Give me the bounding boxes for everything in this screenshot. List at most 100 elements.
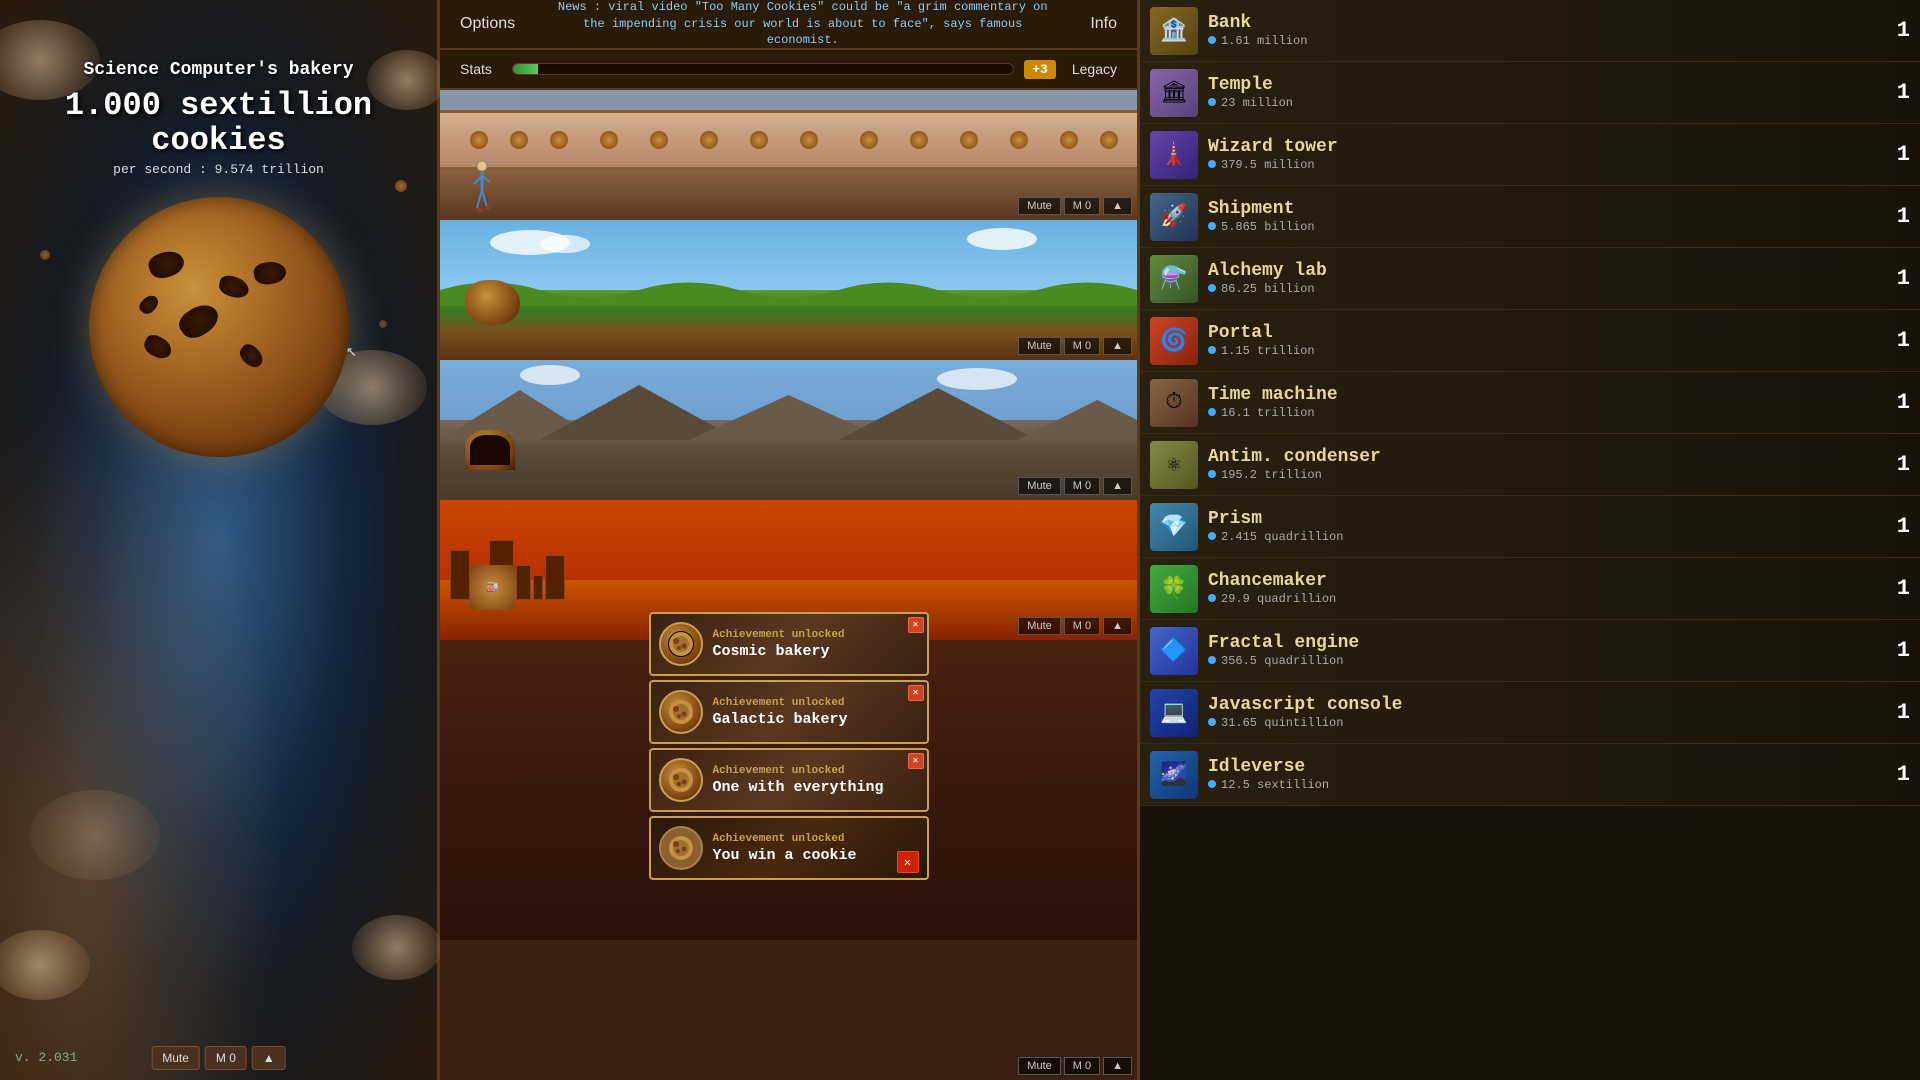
legacy-badge: +3: [1024, 60, 1056, 79]
building-info: Temple 23 million: [1208, 75, 1880, 110]
cloud: [967, 228, 1037, 250]
building-cost: 12.5 sextillion: [1208, 778, 1880, 792]
building-item-javascript-console[interactable]: 💻 Javascript console 31.65 quintillion 1: [1140, 682, 1920, 744]
building-count: 1: [1880, 390, 1910, 415]
building-item-portal[interactable]: 🌀 Portal 1.15 trillion 1: [1140, 310, 1920, 372]
building-icon: 🍀: [1150, 565, 1198, 613]
achievement-icon-cookie: [659, 826, 703, 870]
achievement-galactic: Achievement unlocked Galactic bakery ✕: [649, 680, 929, 744]
building-count: 1: [1880, 762, 1910, 787]
mine-entrance: [465, 430, 515, 470]
expand-scene-btn[interactable]: ▲: [1103, 197, 1132, 215]
achievement-cookie: Achievement unlocked You win a cookie ✕: [649, 816, 929, 880]
achievements-panel: Achievement unlocked Cosmic bakery ✕ Ach…: [649, 612, 929, 880]
m0-scene-btn[interactable]: M 0: [1064, 197, 1100, 215]
achievement-text-galactic: Achievement unlocked Galactic bakery: [713, 697, 915, 728]
mute-scene-btn[interactable]: Mute: [1018, 197, 1060, 215]
legacy-button[interactable]: Legacy: [1062, 57, 1127, 81]
building-cost: 2.415 quadrillion: [1208, 530, 1880, 544]
choc-chip: [236, 341, 267, 371]
building-cost: 1.61 million: [1208, 34, 1880, 48]
achievement-close-galactic[interactable]: ✕: [908, 685, 924, 701]
building-icon: 💻: [1150, 689, 1198, 737]
building-name: Prism: [1208, 509, 1880, 529]
expand-field-btn[interactable]: ▲: [1103, 337, 1132, 355]
cloud: [540, 235, 590, 253]
expand-button[interactable]: ▲: [252, 1046, 286, 1070]
building-count: 1: [1880, 576, 1910, 601]
cursor-indicator: ↖: [346, 340, 357, 362]
expand-factory-btn[interactable]: ▲: [1103, 617, 1132, 635]
building-item-idleverse[interactable]: 🌌 Idleverse 12.5 sextillion 1: [1140, 744, 1920, 806]
building-item-antim.-condenser[interactable]: ⚛ Antim. condenser 195.2 trillion 1: [1140, 434, 1920, 496]
conveyor-cookie: [750, 131, 768, 149]
building-item-bank[interactable]: 🏦 Bank 1.61 million 1: [1140, 0, 1920, 62]
building-item-wizard-tower[interactable]: 🗼 Wizard tower 379.5 million 1: [1140, 124, 1920, 186]
scenes-container[interactable]: Mute M 0 ▲ Mute M 0 ▲: [440, 90, 1137, 1080]
info-button[interactable]: Info: [1070, 0, 1137, 48]
building-count: 1: [1880, 18, 1910, 43]
building-info: Alchemy lab 86.25 billion: [1208, 261, 1880, 296]
building-item-temple[interactable]: 🏛 Temple 23 million 1: [1140, 62, 1920, 124]
mute-field-btn[interactable]: Mute: [1018, 337, 1060, 355]
per-second: per second : 9.574 trillion: [113, 162, 324, 177]
cookie-boulder: [465, 280, 520, 325]
options-button[interactable]: Options: [440, 0, 535, 48]
achievement-close-cookie[interactable]: ✕: [897, 851, 919, 873]
building-item-prism[interactable]: 💎 Prism 2.415 quadrillion 1: [1140, 496, 1920, 558]
achievement-text-cosmic: Achievement unlocked Cosmic bakery: [713, 629, 915, 660]
conveyor-cookie: [510, 131, 528, 149]
building-name: Bank: [1208, 13, 1880, 33]
m0-button[interactable]: M 0: [205, 1046, 247, 1070]
building-item-fractal-engine[interactable]: 🔷 Fractal engine 356.5 quadrillion 1: [1140, 620, 1920, 682]
building-name: Wizard tower: [1208, 137, 1880, 157]
expand-mine-btn[interactable]: ▲: [1103, 477, 1132, 495]
building-info: Fractal engine 356.5 quadrillion: [1208, 633, 1880, 668]
building-info: Prism 2.415 quadrillion: [1208, 509, 1880, 544]
achievement-cosmic: Achievement unlocked Cosmic bakery ✕: [649, 612, 929, 676]
building-cost: 1.15 trillion: [1208, 344, 1880, 358]
achievement-icon-galactic: [659, 690, 703, 734]
m0-mine-btn[interactable]: M 0: [1064, 477, 1100, 495]
conveyor-cookie: [650, 131, 668, 149]
conveyor-cookie: [1060, 131, 1078, 149]
building-icon: 🔷: [1150, 627, 1198, 675]
building-icon: ⚛: [1150, 441, 1198, 489]
scene-field: Mute M 0 ▲: [440, 220, 1137, 360]
building-item-chancemaker[interactable]: 🍀 Chancemaker 29.9 quadrillion 1: [1140, 558, 1920, 620]
m0-extra-btn[interactable]: M 0: [1064, 1057, 1100, 1075]
conveyor-cookie: [960, 131, 978, 149]
building-count: 1: [1880, 328, 1910, 353]
mute-button[interactable]: Mute: [151, 1046, 200, 1070]
building-name: Time machine: [1208, 385, 1880, 405]
choc-chip: [141, 332, 175, 362]
building-cost: 195.2 trillion: [1208, 468, 1880, 482]
building-count: 1: [1880, 204, 1910, 229]
stats-button[interactable]: Stats: [450, 57, 502, 81]
mute-extra-btn[interactable]: Mute: [1018, 1057, 1060, 1075]
building-info: Wizard tower 379.5 million: [1208, 137, 1880, 172]
achievement-close-cosmic[interactable]: ✕: [908, 617, 924, 633]
building-icon: 🗼: [1150, 131, 1198, 179]
m0-field-btn[interactable]: M 0: [1064, 337, 1100, 355]
main-cookie[interactable]: [89, 197, 349, 457]
scene-controls-field: Mute M 0 ▲: [1018, 337, 1132, 355]
building-count: 1: [1880, 452, 1910, 477]
building-info: Bank 1.61 million: [1208, 13, 1880, 48]
conveyor-cookie: [800, 131, 818, 149]
m0-factory-btn[interactable]: M 0: [1064, 617, 1100, 635]
building-item-alchemy-lab[interactable]: ⚗️ Alchemy lab 86.25 billion 1: [1140, 248, 1920, 310]
achievement-close-onewith[interactable]: ✕: [908, 753, 924, 769]
building-name: Alchemy lab: [1208, 261, 1880, 281]
mute-factory-btn[interactable]: Mute: [1018, 617, 1060, 635]
mute-mine-btn[interactable]: Mute: [1018, 477, 1060, 495]
choc-chip: [145, 247, 186, 282]
building-cost: 356.5 quadrillion: [1208, 654, 1880, 668]
expand-extra-btn[interactable]: ▲: [1103, 1057, 1132, 1075]
choc-chip: [174, 298, 223, 344]
building-item-time-machine[interactable]: ⏱ Time machine 16.1 trillion 1: [1140, 372, 1920, 434]
left-panel: ↖ Science Computer's bakery 1.000 sextil…: [0, 0, 440, 1080]
building-icon: ⚗️: [1150, 255, 1198, 303]
conveyor-cookie: [700, 131, 718, 149]
building-item-shipment[interactable]: 🚀 Shipment 5.865 billion 1: [1140, 186, 1920, 248]
